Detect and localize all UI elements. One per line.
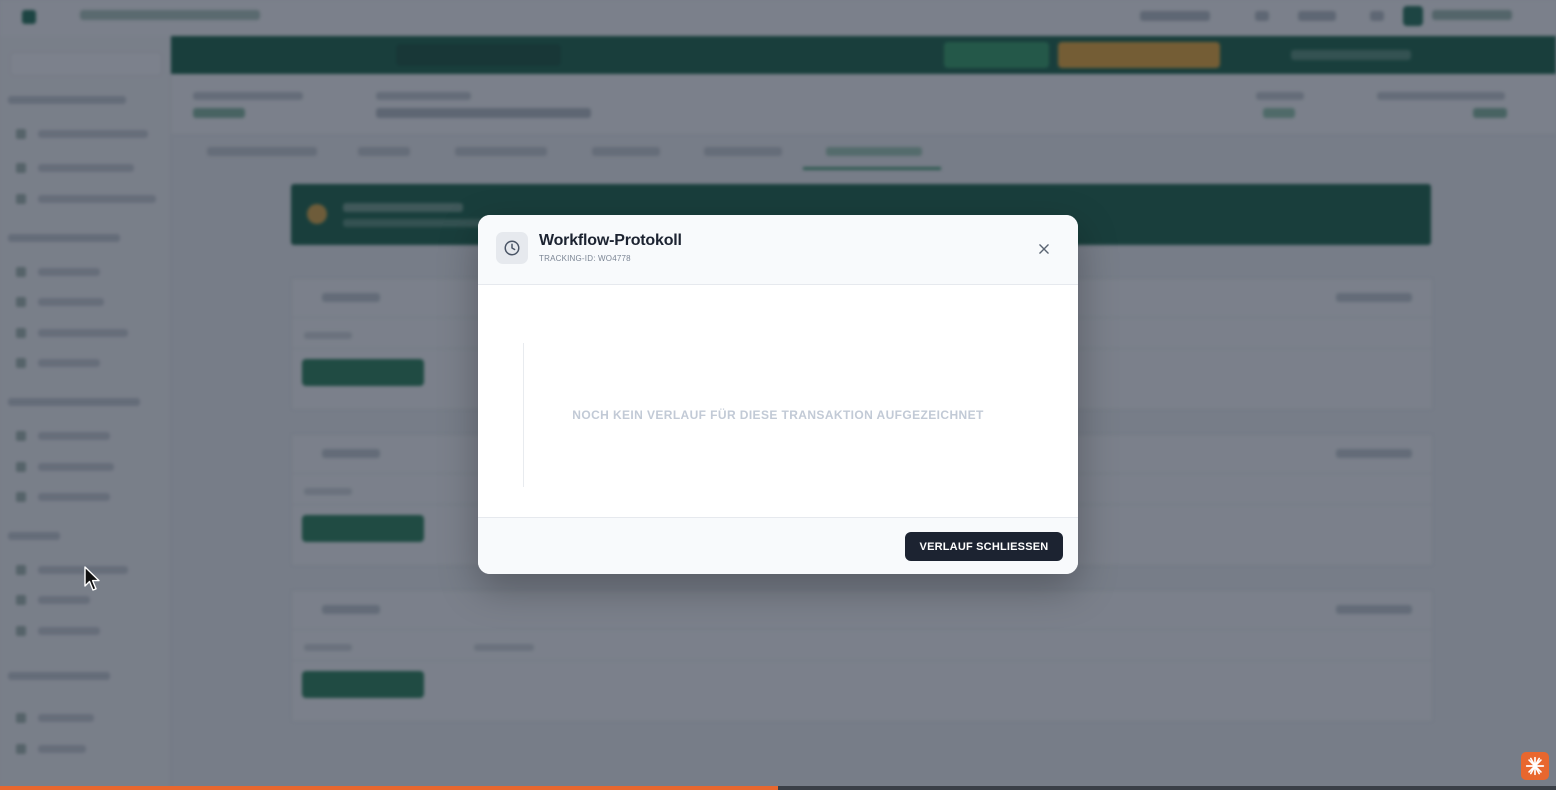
empty-state-message: NOCH KEIN VERLAUF FÜR DIESE TRANSAKTION … [572, 408, 984, 422]
progress-bar [0, 786, 1556, 790]
asterisk-icon[interactable] [1521, 752, 1549, 780]
dialog-body: NOCH KEIN VERLAUF FÜR DIESE TRANSAKTION … [478, 285, 1078, 517]
close-icon[interactable] [1034, 239, 1054, 259]
mouse-cursor-icon [84, 566, 102, 597]
clock-icon [496, 232, 528, 264]
dialog-footer: VERLAUF SCHLIESSEN [478, 517, 1078, 574]
close-history-button[interactable]: VERLAUF SCHLIESSEN [905, 532, 1063, 561]
workflow-log-dialog: Workflow-Protokoll TRACKING-ID: WO4778 N… [478, 215, 1078, 574]
progress-bar-fill [0, 786, 778, 790]
dialog-header: Workflow-Protokoll TRACKING-ID: WO4778 [478, 215, 1078, 285]
dialog-title: Workflow-Protokoll [539, 232, 682, 249]
tracking-id: TRACKING-ID: WO4778 [539, 254, 631, 263]
